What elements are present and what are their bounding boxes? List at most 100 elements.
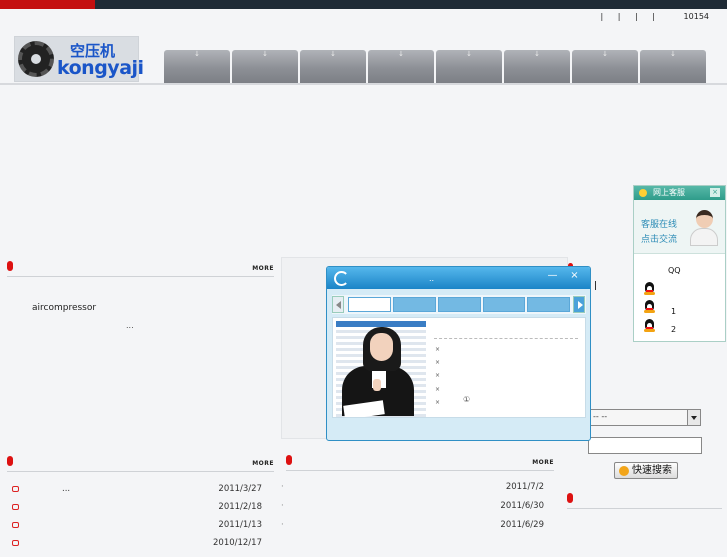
agent-photo [336, 321, 426, 417]
circled-number: ① [463, 395, 471, 404]
info-bullet: × [435, 385, 441, 393]
bullet-icon [567, 493, 573, 503]
news2-section-header: MORE [286, 453, 554, 471]
chat-tabs [332, 295, 586, 314]
row-marker: · [281, 520, 284, 530]
service-status-text: 客服在线 [641, 220, 678, 230]
more-link[interactable]: MORE [252, 460, 274, 467]
online-service-banner[interactable]: 客服在线 点击交流 [634, 200, 725, 254]
link-icon [12, 540, 19, 546]
service-icon [639, 189, 647, 197]
chevron-down-icon[interactable] [687, 410, 700, 425]
info-bullet: × [435, 372, 441, 380]
top-link[interactable]: | [601, 12, 604, 21]
intro-text: aircompressor [32, 303, 97, 313]
info-bullet: × [435, 359, 441, 367]
nav-item[interactable]: ↓ [436, 50, 502, 83]
logo-english-text: kongyaji [57, 57, 144, 79]
top-link[interactable]: | [652, 12, 655, 21]
link-icon [12, 486, 19, 492]
top-link[interactable]: | [618, 12, 621, 21]
top-bar-accent [0, 0, 95, 9]
qq-penguin-icon[interactable] [644, 300, 655, 313]
quick-search-button[interactable]: 快速搜索 [614, 462, 678, 479]
news2-date: 2011/6/30 [500, 501, 544, 511]
row-marker: · [281, 501, 284, 511]
chat-logo-icon [334, 271, 349, 286]
search-icon [619, 466, 629, 476]
qq-penguin-icon[interactable] [644, 282, 655, 295]
link-icon [12, 504, 19, 510]
keyword-input[interactable] [588, 437, 702, 454]
info-bullet: × [435, 398, 441, 406]
nav-item[interactable]: ↓ [300, 50, 366, 83]
qq-penguin-icon[interactable] [644, 319, 655, 332]
category-select-value: -- -- [593, 412, 608, 421]
minimize-button[interactable]: — [545, 271, 560, 283]
chat-popup-titlebar[interactable]: .. — × [327, 267, 590, 289]
service-action-text[interactable]: 点击交流 [641, 233, 677, 248]
row-marker: · [281, 482, 284, 492]
qq-panel-title: 网上客服 [653, 188, 685, 197]
chat-popup[interactable]: .. — × × × × × × ① [326, 266, 591, 441]
close-button[interactable]: × [710, 188, 720, 197]
site-logo[interactable]: 空压机 kongyaji [14, 36, 144, 82]
chat-popup-body: × × × × × ① [332, 317, 586, 418]
nav-item[interactable]: ↓ [504, 50, 570, 83]
nav-item[interactable]: ↓ [164, 50, 230, 83]
news-date: 2011/2/18 [218, 502, 262, 512]
chat-tab[interactable] [527, 297, 570, 312]
news-row[interactable]: 2011/1/13 [10, 520, 262, 539]
tab-next-arrow-icon[interactable] [573, 296, 585, 313]
more-link[interactable]: MORE [532, 459, 554, 466]
close-button[interactable]: × [567, 271, 582, 283]
main-nav: ↓ ↓ ↓ ↓ ↓ ↓ ↓ ↓ [164, 50, 706, 83]
category-select[interactable]: -- -- [588, 409, 701, 426]
qq-contact-label[interactable]: 2 [671, 325, 676, 334]
bullet-icon [286, 455, 292, 465]
info-bullet: × [435, 346, 441, 353]
qq-service-panel: 网上客服 × 客服在线 点击交流 QQ 1 2 [633, 185, 726, 342]
intro-section-header: MORE [7, 259, 274, 277]
qq-panel-header: 网上客服 × [634, 186, 725, 200]
news-row[interactable]: 2010/12/17 [10, 538, 262, 557]
top-link[interactable]: | [635, 12, 638, 21]
chat-tab[interactable] [348, 297, 391, 312]
news-row[interactable]: ... 2011/3/27 [10, 484, 262, 503]
news2-date: 2011/7/2 [505, 482, 544, 492]
intro-ellipsis: ... [126, 321, 134, 330]
qq-contact-label[interactable]: 1 [671, 307, 676, 316]
nav-item[interactable]: ↓ [640, 50, 706, 83]
news-row[interactable]: 2011/2/18 [10, 502, 262, 521]
nav-item[interactable]: ↓ [232, 50, 298, 83]
nav-item[interactable]: ↓ [368, 50, 434, 83]
news2-row[interactable]: · 2011/7/2 [281, 482, 544, 501]
headset-agent-icon [689, 208, 719, 246]
news2-row[interactable]: · 2011/6/30 [281, 501, 544, 520]
bullet-icon [7, 261, 13, 271]
top-bar [0, 0, 727, 9]
right-section-header [567, 491, 722, 509]
news-title[interactable]: ... [62, 484, 70, 494]
chat-tab[interactable] [393, 297, 436, 312]
link-icon [12, 522, 19, 528]
chat-tab[interactable] [483, 297, 525, 312]
bullet-icon [7, 456, 13, 466]
qq-label: QQ [668, 266, 681, 275]
news2-row[interactable]: · 2011/6/29 [281, 520, 544, 539]
chat-tab[interactable] [438, 297, 481, 312]
info-divider [434, 338, 578, 339]
chat-popup-title: .. [429, 274, 435, 283]
info-bullets: × × × × × [435, 343, 440, 409]
nav-item[interactable]: ↓ [572, 50, 638, 83]
more-link[interactable]: MORE [252, 265, 274, 272]
top-links: | | | | 10154 [589, 12, 709, 21]
news2-date: 2011/6/29 [500, 520, 544, 530]
visitor-count: 10154 [683, 12, 709, 21]
header-divider [0, 83, 727, 85]
text-cursor [595, 281, 596, 290]
tab-prev-arrow-icon[interactable] [332, 296, 344, 313]
news-date: 2011/1/13 [218, 520, 262, 530]
news-section-header: MORE [7, 454, 274, 472]
quick-search-label: 快速搜索 [632, 465, 672, 476]
